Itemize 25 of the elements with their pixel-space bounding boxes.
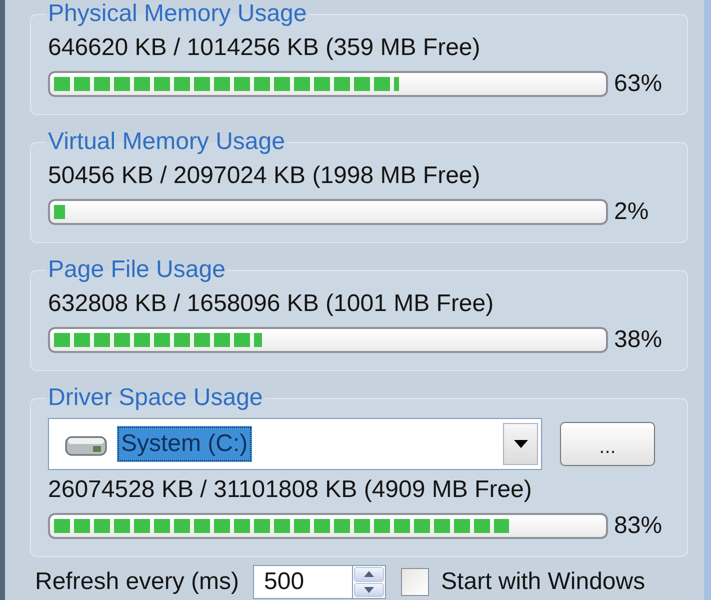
up-arrow-icon (364, 571, 374, 578)
checkbox-label: Start with Windows (441, 568, 646, 596)
usage-text: 646620 KB / 1014256 KB (359 MB Free) (48, 34, 482, 62)
percent-text: 83% (614, 512, 664, 540)
usage-text: 26074528 KB / 31101808 KB (4909 MB Free) (48, 476, 533, 504)
percent-text: 63% (614, 70, 664, 98)
spin-down-button[interactable] (354, 582, 384, 597)
usage-text: 50456 KB / 2097024 KB (1998 MB Free) (48, 162, 482, 190)
selected-drive: System (C:) (117, 426, 252, 462)
checkbox[interactable] (401, 568, 430, 596)
browse-button[interactable]: ... (560, 422, 655, 466)
usage-text: 632808 KB / 1658096 KB (1001 MB Free) (48, 290, 495, 318)
refresh-label: Refresh every (ms) (35, 568, 240, 596)
group-title: Virtual Memory Usage (47, 128, 286, 156)
group-title: Page File Usage (47, 256, 226, 284)
refresh-input[interactable]: 500 (253, 565, 354, 599)
percent-text: 2% (614, 198, 650, 226)
spin-up-button[interactable] (354, 567, 384, 582)
percent-text: 38% (614, 326, 664, 354)
group-title: Driver Space Usage (47, 384, 264, 412)
caret-icon (514, 440, 528, 448)
dropdown-button[interactable] (503, 423, 538, 465)
drive-dropdown[interactable]: System (C:) (48, 418, 542, 470)
group-title: Physical Memory Usage (47, 0, 308, 28)
down-arrow-icon (364, 586, 374, 593)
